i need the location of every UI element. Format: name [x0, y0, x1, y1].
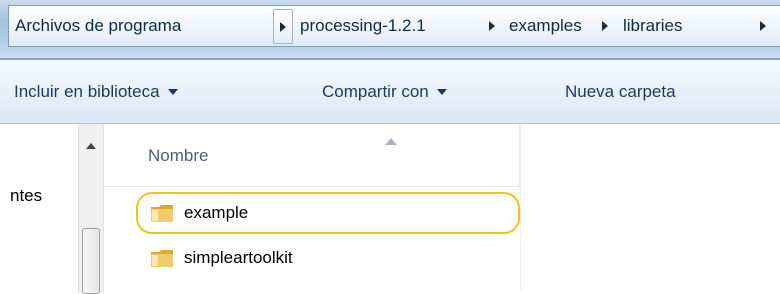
breadcrumb-archivos-de-programa[interactable]: Archivos de programa: [15, 6, 181, 46]
list-item[interactable]: simpleartoolkit: [142, 242, 512, 274]
list-item[interactable]: example: [142, 197, 512, 229]
navigation-pane: ntes: [0, 124, 78, 293]
column-header-name-label: Nombre: [148, 146, 209, 165]
folder-icon: [151, 205, 173, 222]
folder-icon: [151, 250, 173, 267]
breadcrumb-processing[interactable]: processing-1.2.1: [300, 6, 426, 46]
nav-item-partial[interactable]: ntes: [10, 186, 42, 206]
header-divider: [104, 186, 520, 187]
sort-ascending-icon: [385, 138, 397, 145]
breadcrumb-separator[interactable]: [595, 6, 615, 46]
share-with-label: Compartir con: [322, 82, 429, 101]
breadcrumb-separator[interactable]: [753, 6, 773, 46]
column-divider: [520, 124, 521, 293]
include-in-library-label: Incluir en biblioteca: [14, 82, 160, 101]
chevron-right-icon: [280, 21, 286, 32]
chevron-right-icon: [602, 21, 608, 31]
command-bar: Incluir en biblioteca Compartir con Nuev…: [0, 60, 780, 124]
breadcrumb-libraries[interactable]: libraries: [623, 6, 683, 46]
include-in-library-button[interactable]: Incluir en biblioteca: [14, 60, 178, 123]
share-with-button[interactable]: Compartir con: [322, 60, 447, 123]
chevron-down-icon: [167, 88, 178, 95]
chevron-up-icon: [86, 143, 96, 149]
breadcrumb-separator-dropdown[interactable]: [273, 9, 293, 44]
nav-scrollbar[interactable]: [78, 124, 104, 294]
chevron-right-icon: [760, 21, 766, 31]
scroll-thumb[interactable]: [82, 228, 100, 294]
file-name: simpleartoolkit: [184, 248, 293, 267]
file-name: example: [184, 203, 249, 222]
scroll-up-button[interactable]: [79, 136, 103, 156]
chevron-right-icon: [489, 21, 495, 31]
column-header-name[interactable]: Nombre: [104, 124, 520, 186]
file-list-pane: Nombre example simpleartoolkit: [104, 124, 780, 293]
breadcrumb-examples[interactable]: examples: [509, 6, 582, 46]
address-bar: Archivos de programa processing-1.2.1 ex…: [0, 0, 780, 58]
new-folder-label: Nueva carpeta: [565, 82, 676, 101]
breadcrumb-separator[interactable]: [482, 6, 502, 46]
new-folder-button[interactable]: Nueva carpeta: [565, 60, 676, 123]
address-field[interactable]: Archivos de programa processing-1.2.1 ex…: [8, 5, 780, 47]
chevron-down-icon: [436, 88, 447, 95]
